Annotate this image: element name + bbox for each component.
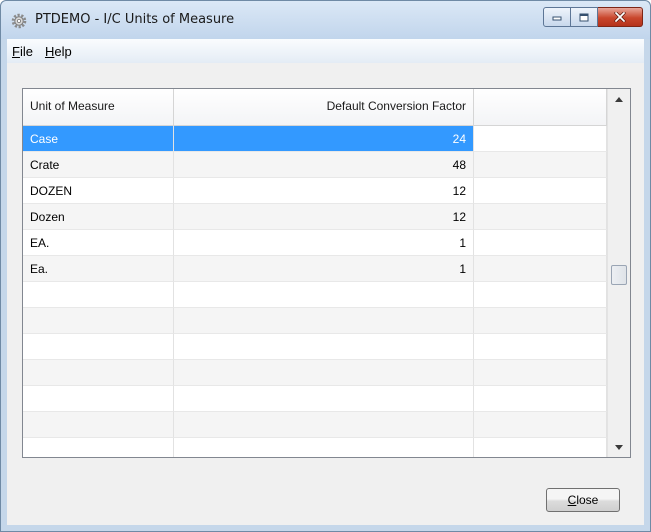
cell-factor[interactable] — [174, 438, 474, 457]
cell-filler — [474, 308, 607, 334]
menu-help[interactable]: Help — [39, 44, 78, 59]
cell-unit[interactable]: Ea. — [23, 256, 174, 282]
cell-filler — [474, 230, 607, 256]
cell-filler — [474, 438, 607, 457]
cell-factor[interactable]: 24 — [174, 126, 474, 152]
cell-filler — [474, 282, 607, 308]
cell-unit[interactable] — [23, 438, 174, 457]
menu-bar: File Help — [7, 39, 644, 63]
vertical-scrollbar[interactable] — [607, 89, 630, 457]
cell-factor[interactable] — [174, 282, 474, 308]
cell-filler — [474, 386, 607, 412]
menu-file[interactable]: File — [7, 44, 39, 59]
table-row[interactable] — [23, 412, 607, 438]
cell-unit[interactable] — [23, 412, 174, 438]
cell-unit[interactable]: DOZEN — [23, 178, 174, 204]
cell-factor[interactable] — [174, 386, 474, 412]
caption-buttons — [543, 7, 643, 27]
cell-unit[interactable] — [23, 360, 174, 386]
cell-filler — [474, 178, 607, 204]
grid-rows: Case 24 Crate 48 DOZEN 12 Dozen 12 EA. 1 Ea. 1 — [23, 126, 607, 457]
cell-filler — [474, 412, 607, 438]
cell-filler — [474, 204, 607, 230]
cell-unit[interactable]: Crate — [23, 152, 174, 178]
cell-unit[interactable] — [23, 282, 174, 308]
maximize-button[interactable] — [571, 7, 598, 27]
table-row[interactable] — [23, 438, 607, 457]
cell-unit[interactable]: EA. — [23, 230, 174, 256]
menu-file-label: ile — [19, 43, 33, 59]
grid-header: Unit of Measure Default Conversion Facto… — [23, 89, 607, 126]
table-row[interactable]: Dozen 12 — [23, 204, 607, 230]
cell-filler — [474, 360, 607, 386]
minimize-icon — [552, 16, 562, 21]
table-row[interactable] — [23, 386, 607, 412]
cell-factor[interactable]: 48 — [174, 152, 474, 178]
cell-unit[interactable] — [23, 308, 174, 334]
table-row[interactable]: DOZEN 12 — [23, 178, 607, 204]
cell-factor[interactable]: 1 — [174, 256, 474, 282]
chevron-up-icon — [615, 96, 623, 102]
table-row[interactable] — [23, 334, 607, 360]
grid-viewport: Unit of Measure Default Conversion Facto… — [23, 89, 607, 457]
window-close-button[interactable] — [598, 7, 643, 27]
units-grid[interactable]: Unit of Measure Default Conversion Facto… — [22, 88, 631, 458]
table-row[interactable]: EA. 1 — [23, 230, 607, 256]
cell-factor[interactable] — [174, 412, 474, 438]
cell-unit[interactable] — [23, 386, 174, 412]
cell-unit[interactable]: Dozen — [23, 204, 174, 230]
menu-help-label: elp — [54, 43, 72, 59]
title-bar[interactable]: PTDEMO - I/C Units of Measure — [1, 1, 650, 39]
close-button[interactable]: Close — [546, 488, 620, 512]
table-row[interactable] — [23, 360, 607, 386]
app-window: PTDEMO - I/C Units of Measure File Help … — [0, 0, 651, 532]
column-header-factor[interactable]: Default Conversion Factor — [174, 89, 474, 125]
window-title: PTDEMO - I/C Units of Measure — [35, 12, 235, 27]
client-area: Unit of Measure Default Conversion Facto… — [7, 63, 644, 525]
column-header-unit[interactable]: Unit of Measure — [23, 89, 174, 125]
table-row[interactable] — [23, 282, 607, 308]
column-header-filler — [474, 89, 607, 125]
menu-help-mnemonic: H — [44, 43, 55, 59]
cell-factor[interactable] — [174, 308, 474, 334]
scroll-down-button[interactable] — [608, 437, 630, 457]
table-row[interactable]: Case 24 — [23, 126, 607, 152]
chevron-down-icon — [615, 444, 623, 450]
cell-factor[interactable]: 12 — [174, 204, 474, 230]
cell-filler — [474, 256, 607, 282]
close-icon — [614, 12, 626, 22]
cell-unit[interactable] — [23, 334, 174, 360]
table-row[interactable]: Crate 48 — [23, 152, 607, 178]
table-row[interactable] — [23, 308, 607, 334]
cell-factor[interactable] — [174, 360, 474, 386]
cell-filler — [474, 334, 607, 360]
scroll-thumb[interactable] — [611, 265, 627, 285]
gear-icon[interactable] — [11, 13, 27, 29]
close-button-mnemonic: C — [567, 493, 577, 507]
cell-filler — [474, 152, 607, 178]
cell-factor[interactable] — [174, 334, 474, 360]
minimize-button[interactable] — [543, 7, 571, 27]
close-button-label: lose — [576, 493, 599, 507]
cell-factor[interactable]: 1 — [174, 230, 474, 256]
table-row[interactable]: Ea. 1 — [23, 256, 607, 282]
cell-factor[interactable]: 12 — [174, 178, 474, 204]
cell-unit[interactable]: Case — [23, 126, 174, 152]
scroll-up-button[interactable] — [608, 89, 630, 109]
menu-file-mnemonic: F — [12, 43, 20, 59]
cell-filler — [474, 126, 607, 152]
maximize-icon — [579, 13, 589, 21]
